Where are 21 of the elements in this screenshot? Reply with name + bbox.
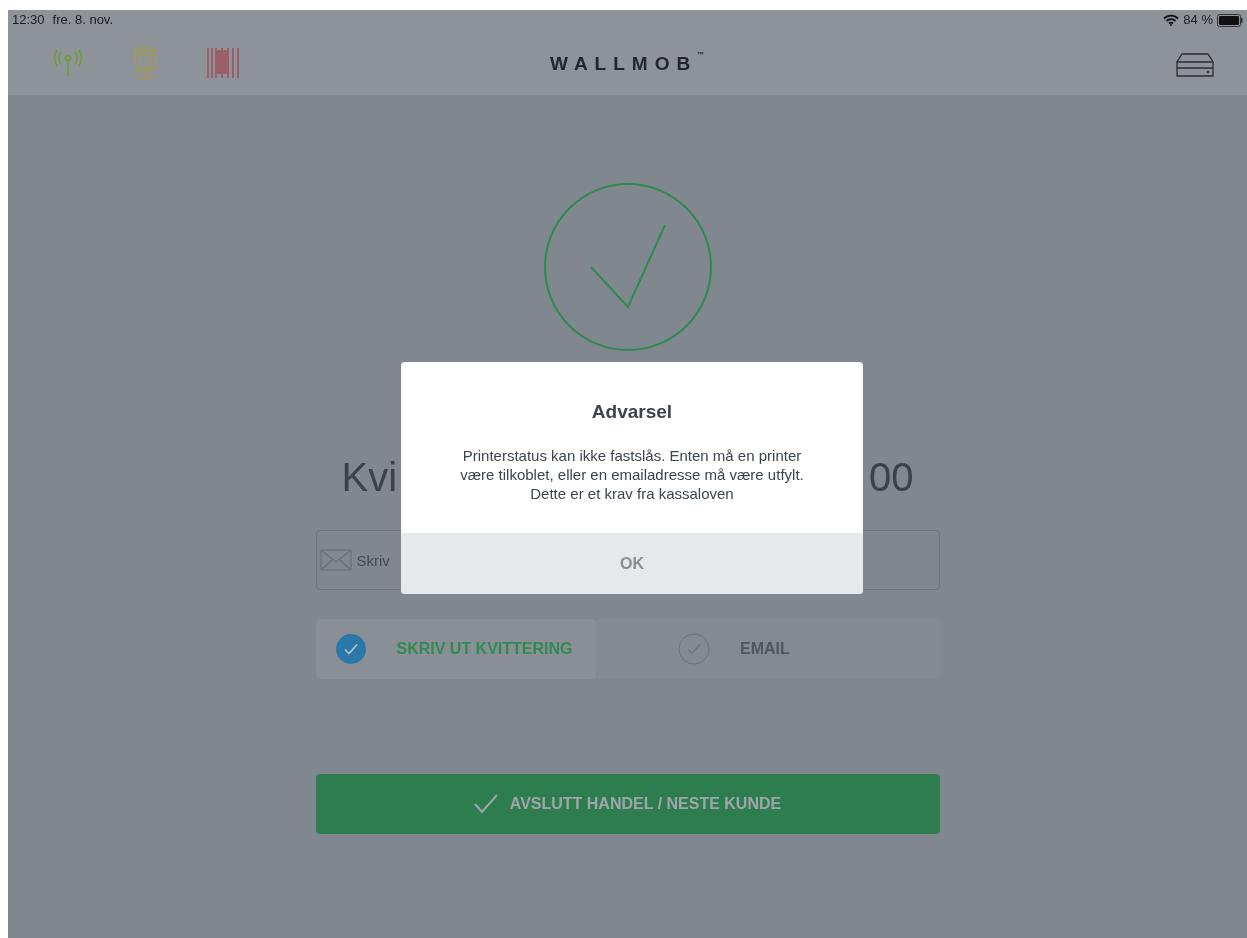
battery-percent: 84 % bbox=[1183, 11, 1213, 30]
ok-button[interactable]: OK bbox=[401, 533, 863, 594]
battery-icon bbox=[1217, 13, 1243, 27]
checkmark-icon bbox=[473, 794, 498, 814]
logo: WALLMOB bbox=[550, 53, 698, 76]
barcode-icon[interactable] bbox=[206, 46, 240, 79]
drawer-icon[interactable] bbox=[1176, 53, 1214, 77]
status-date: fre. 8. nov. bbox=[52, 11, 113, 30]
receipt-title-start: Kvi bbox=[341, 454, 398, 501]
finish-sale-button[interactable]: AVSLUTT HANDEL / NESTE KUNDE bbox=[315, 774, 940, 834]
status-time: 12:30 bbox=[12, 11, 45, 30]
card-terminal-icon[interactable] bbox=[134, 46, 156, 79]
receipt-title-end: 00 bbox=[869, 454, 914, 501]
receipt-option-tab[interactable]: SKRIV UT KVITTERING bbox=[315, 619, 596, 679]
dialog-message: Printerstatus kan ikke fastslås. Enten må en printer være tilkoblet, eller en emailadresse må være utfylt. Dette er et krav fra kassaloven bbox=[459, 445, 805, 503]
success-check-icon bbox=[542, 182, 713, 352]
dialog-title: Advarsel bbox=[591, 400, 673, 424]
wifi-icon bbox=[1163, 14, 1180, 26]
envelope-icon bbox=[319, 549, 352, 571]
antenna-icon[interactable] bbox=[52, 48, 84, 77]
checked-circle-icon bbox=[334, 633, 367, 665]
